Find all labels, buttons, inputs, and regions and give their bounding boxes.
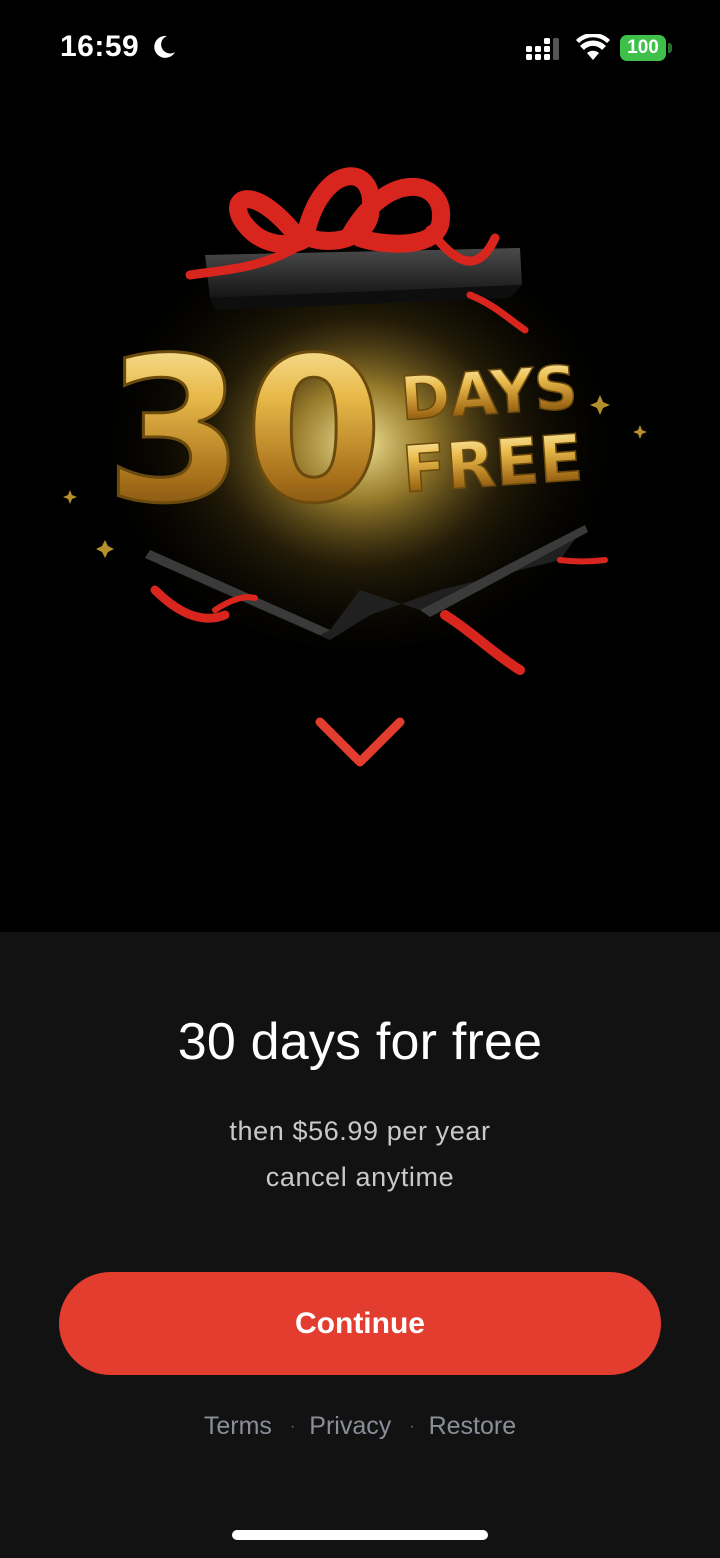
gift-box-illustration: 30 DAYS FREE bbox=[63, 167, 647, 675]
restore-link[interactable]: Restore bbox=[429, 1412, 517, 1441]
moon-icon bbox=[154, 35, 175, 58]
gold-30-balloons: 30 bbox=[104, 314, 385, 550]
offer-price-line: then $56.99 per year bbox=[229, 1116, 491, 1146]
battery-level: 100 bbox=[620, 35, 666, 61]
wifi-icon bbox=[576, 34, 610, 60]
offer-cancel-line: cancel anytime bbox=[265, 1162, 455, 1192]
status-time: 16:59 bbox=[60, 30, 140, 63]
privacy-link[interactable]: Privacy bbox=[309, 1412, 391, 1441]
legal-separator: · bbox=[289, 1417, 296, 1435]
terms-link[interactable]: Terms bbox=[204, 1412, 272, 1441]
legal-links: Terms · Privacy · Restore bbox=[0, 1412, 720, 1441]
battery-tip bbox=[668, 43, 672, 53]
home-indicator[interactable] bbox=[232, 1530, 488, 1540]
promo-number: 30 bbox=[105, 315, 383, 548]
status-bar: 16:59 100 bbox=[0, 0, 720, 96]
cellular-signal-icon bbox=[526, 38, 559, 60]
promo-hero: 16:59 100 30 DAYS FREE bbox=[0, 0, 720, 932]
chevron-down-icon[interactable] bbox=[312, 712, 408, 772]
promo-free-text: FREE bbox=[400, 422, 585, 508]
offer-sheet: 30 days for free then $56.99 per year ca… bbox=[0, 932, 720, 1558]
battery-icon: 100 bbox=[620, 35, 672, 61]
continue-button[interactable]: Continue bbox=[59, 1272, 661, 1375]
legal-separator: · bbox=[409, 1417, 415, 1435]
offer-title: 30 days for free bbox=[177, 1013, 543, 1071]
